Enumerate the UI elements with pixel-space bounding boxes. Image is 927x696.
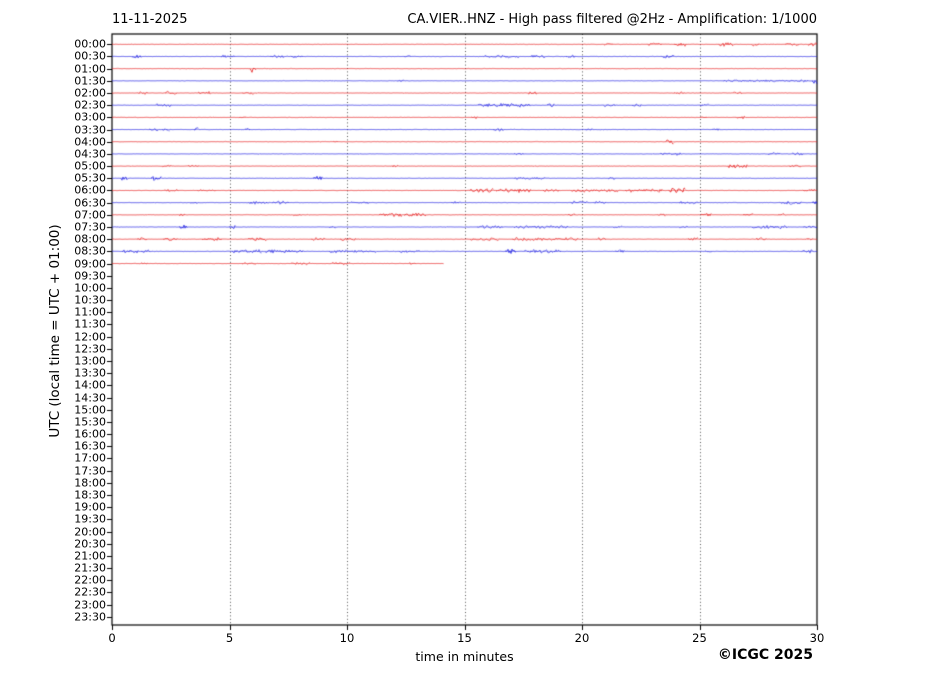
x-axis-label: 0 [108,631,116,645]
x-axis-label: 15 [457,631,472,645]
x-axis-label: 20 [574,631,590,645]
x-axis-label: 30 [809,631,825,645]
x-axis-label: 25 [692,631,707,645]
x-axis-title: time in minutes [415,649,514,664]
copyright-label: ©ICGC 2025 [717,647,813,663]
x-axis-label: 5 [225,631,234,645]
helicorder-page: 11-11-2025 CA.VIER..HNZ - High pass filt… [0,0,927,696]
x-axis-labels: 0 5 10 15 20 25 30 [0,0,927,696]
x-axis-label: 10 [339,631,355,645]
